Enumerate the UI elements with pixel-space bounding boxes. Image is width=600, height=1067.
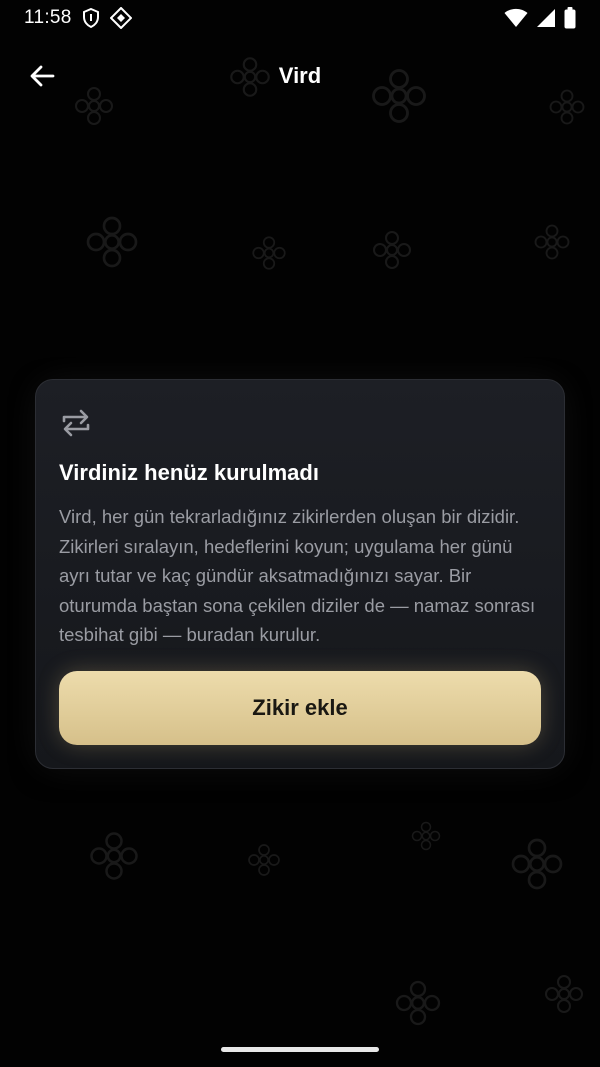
arrow-back-icon	[30, 65, 55, 87]
flower-icon	[411, 821, 441, 851]
battery-icon	[564, 7, 576, 29]
flower-icon	[545, 975, 583, 1013]
status-right	[504, 7, 576, 29]
flower-icon	[373, 231, 411, 269]
back-button[interactable]	[20, 54, 64, 98]
flower-icon	[90, 832, 138, 880]
flower-icon	[248, 844, 280, 876]
empty-state-card: Virdiniz henüz kurulmadı Vird, her gün t…	[35, 379, 565, 769]
flower-icon	[534, 224, 570, 260]
empty-state-description: Vird, her gün tekrarladığınız zikirlerde…	[59, 506, 536, 645]
signal-icon	[536, 8, 556, 28]
home-indicator[interactable]	[221, 1047, 379, 1052]
status-left: 11:58	[24, 7, 132, 29]
empty-state-title: Virdiniz henüz kurulmadı	[59, 460, 319, 485]
flower-icon	[395, 980, 441, 1026]
screen: 11:58 Vird Virdiniz henüz kurulmadı Vird…	[0, 0, 600, 1067]
sim-diamond-icon	[109, 7, 132, 29]
shield-icon	[82, 8, 100, 28]
page-title: Vird	[278, 63, 322, 88]
wifi-icon	[504, 8, 528, 28]
flower-icon	[86, 216, 138, 268]
repeat-icon	[59, 406, 93, 440]
app-bar: Vird	[0, 48, 600, 104]
status-bar: 11:58	[0, 0, 600, 36]
flower-icon	[252, 236, 286, 270]
flower-icon	[511, 838, 563, 890]
add-zikir-button[interactable]: Zikir ekle	[59, 671, 541, 745]
status-time: 11:58	[24, 7, 72, 28]
